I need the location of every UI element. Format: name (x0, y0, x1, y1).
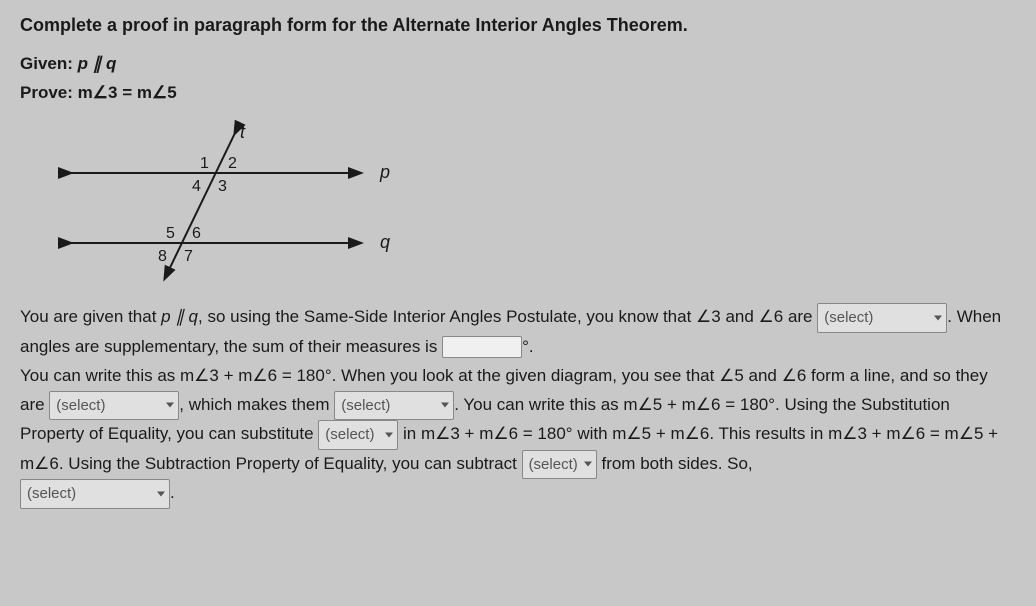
text-9: from both sides. So, (597, 454, 753, 473)
given-text: p ∥ q (78, 54, 117, 73)
angle-5: 5 (166, 225, 175, 242)
prove-label: Prove: (20, 83, 73, 102)
proof-paragraph: You are given that p ∥ q, so using the S… (20, 303, 1016, 508)
label-q: q (380, 232, 390, 252)
text-10: . (170, 483, 175, 502)
select-3[interactable]: (select) (334, 391, 454, 421)
angle-1: 1 (200, 155, 209, 172)
angle-4: 4 (192, 178, 201, 195)
text-6: , which makes them (179, 395, 334, 414)
select-1[interactable]: (select) (817, 303, 947, 333)
angle-7: 7 (184, 248, 193, 265)
degree-symbol: °. (522, 337, 534, 356)
angle-6: 6 (192, 225, 201, 242)
prove-line: Prove: m∠3 = m∠5 (20, 81, 1016, 106)
angle-8: 8 (158, 248, 167, 265)
select-2[interactable]: (select) (49, 391, 179, 421)
geometry-diagram: t p q 1 2 3 4 5 6 7 8 (60, 123, 440, 283)
select-6[interactable]: (select) (20, 479, 170, 509)
angle-2: 2 (228, 155, 237, 172)
given-line: Given: p ∥ q (20, 52, 1016, 77)
prove-text: m∠3 = m∠5 (78, 83, 177, 102)
select-5[interactable]: (select) (522, 450, 597, 480)
given-label: Given: (20, 54, 73, 73)
angle-3: 3 (218, 178, 227, 195)
label-t: t (240, 122, 246, 142)
diagram-svg: t p q 1 2 3 4 5 6 7 8 (60, 123, 440, 283)
label-p: p (379, 162, 390, 182)
select-4[interactable]: (select) (318, 420, 398, 450)
text-2: p ∥ q (161, 308, 198, 327)
input-degrees[interactable] (442, 336, 522, 358)
page-title: Complete a proof in paragraph form for t… (20, 12, 1016, 38)
text-1: You are given that (20, 308, 161, 327)
text-3: , so using the Same-Side Interior Angles… (198, 308, 817, 327)
